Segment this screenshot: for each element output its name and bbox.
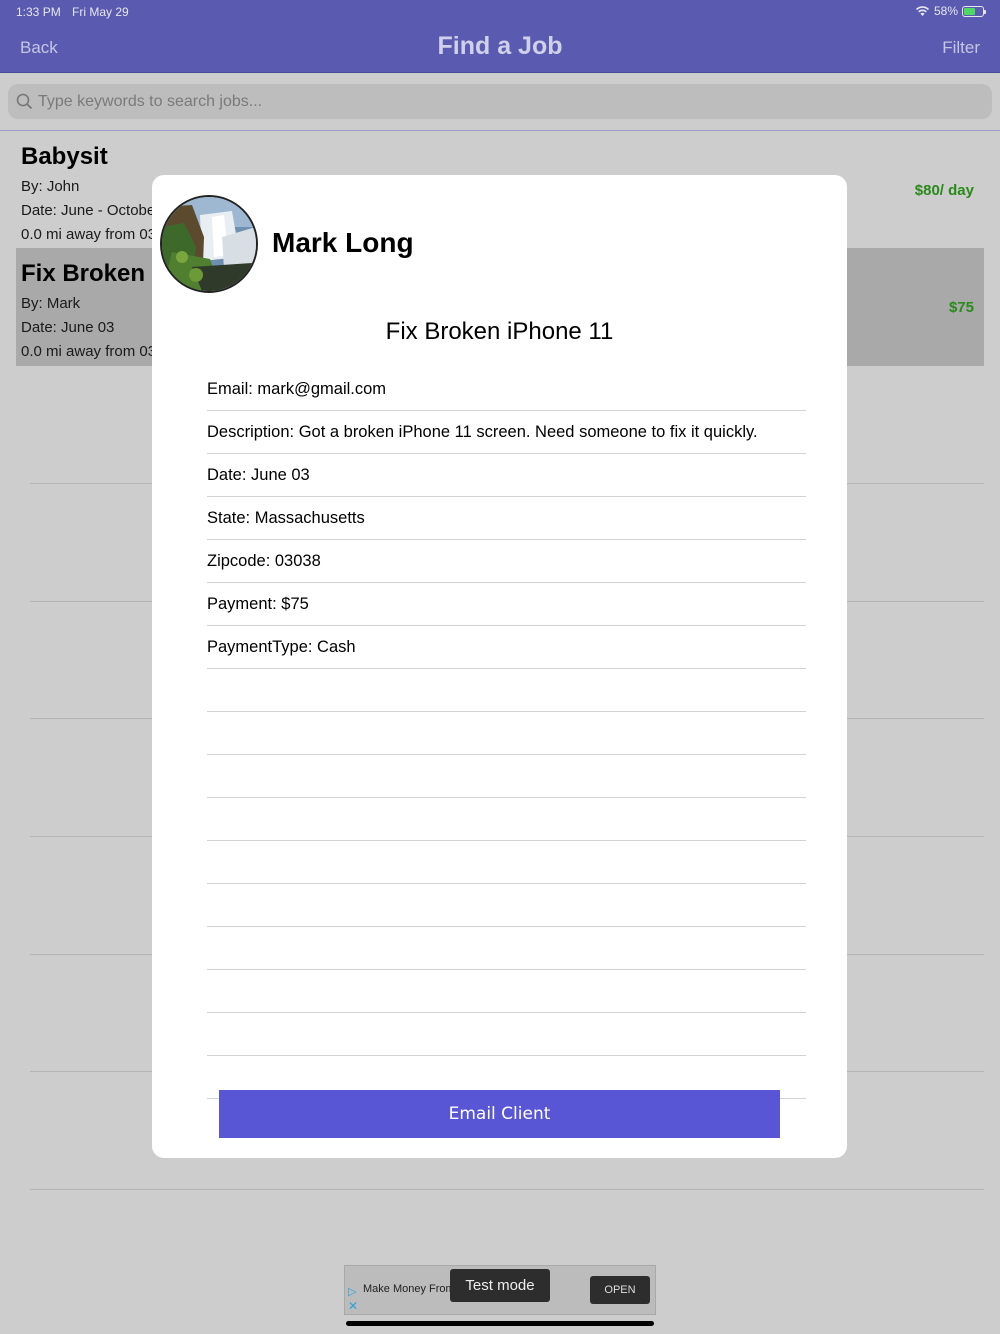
- search-input[interactable]: [38, 84, 978, 119]
- detail-empty-row: [207, 712, 806, 755]
- search-bar: [8, 84, 992, 119]
- status-time: 1:33 PM: [16, 5, 61, 19]
- wifi-icon: [915, 6, 930, 16]
- status-bar: 1:33 PM Fri May 29 58%: [0, 0, 1000, 24]
- detail-empty-row: [207, 927, 806, 970]
- waterfall-photo: [162, 197, 256, 291]
- ad-open-button[interactable]: OPEN: [590, 1276, 650, 1304]
- job-heading: Fix Broken iPhone 11: [385, 318, 614, 345]
- avatar: [160, 195, 258, 293]
- status-right: 58%: [915, 4, 986, 18]
- detail-empty-row: [207, 970, 806, 1013]
- email-client-button[interactable]: Email Client: [219, 1090, 780, 1138]
- job-distance: 0.0 mi away from 03: [21, 226, 157, 243]
- job-details-list: Email: mark@gmail.com Description: Got a…: [207, 368, 806, 1099]
- job-author: By: John: [21, 178, 80, 195]
- ad-choices-icon[interactable]: ▷: [348, 1285, 356, 1298]
- search-bar-container: [0, 73, 1000, 131]
- ad-banner[interactable]: ▷ ✕ Make Money From Test mode OPEN: [344, 1265, 656, 1315]
- detail-payment-type: PaymentType: Cash: [207, 626, 806, 669]
- page-title: Find a Job: [437, 32, 563, 60]
- job-distance: 0.0 mi away from 03: [21, 343, 157, 360]
- job-title: Fix Broken i: [21, 260, 159, 287]
- job-price: $80/ day: [914, 182, 974, 199]
- battery-icon: [962, 5, 986, 17]
- close-icon[interactable]: ✕: [348, 1299, 358, 1313]
- job-price: $75: [948, 299, 974, 316]
- detail-email: Email: mark@gmail.com: [207, 368, 806, 411]
- detail-description: Description: Got a broken iPhone 11 scre…: [207, 411, 806, 454]
- job-detail-modal: Mark Long Fix Broken iPhone 11 Email: ma…: [152, 175, 847, 1158]
- job-title: Babysit: [21, 143, 108, 170]
- detail-empty-row: [207, 841, 806, 884]
- list-separator: [30, 1189, 984, 1190]
- home-indicator[interactable]: [346, 1321, 654, 1326]
- detail-empty-row: [207, 798, 806, 841]
- ad-text: Make Money From: [363, 1283, 453, 1295]
- detail-empty-row: [207, 884, 806, 927]
- detail-empty-row: [207, 669, 806, 712]
- client-name: Mark Long: [272, 227, 414, 258]
- detail-empty-row: [207, 755, 806, 798]
- detail-empty-row: [207, 1013, 806, 1056]
- detail-payment: Payment: $75: [207, 583, 806, 626]
- job-author: By: Mark: [21, 295, 81, 312]
- job-date: Date: June - Octobe: [21, 202, 156, 219]
- status-date: Fri May 29: [72, 5, 129, 19]
- search-icon: [16, 93, 33, 110]
- detail-state: State: Massachusetts: [207, 497, 806, 540]
- detail-zipcode: Zipcode: 03038: [207, 540, 806, 583]
- detail-date: Date: June 03: [207, 454, 806, 497]
- battery-percent: 58%: [933, 4, 958, 18]
- job-date: Date: June 03: [21, 319, 115, 336]
- filter-button[interactable]: Filter: [942, 38, 980, 58]
- navigation-bar: Back Find a Job Filter: [0, 24, 1000, 73]
- test-mode-label: Test mode: [450, 1269, 550, 1302]
